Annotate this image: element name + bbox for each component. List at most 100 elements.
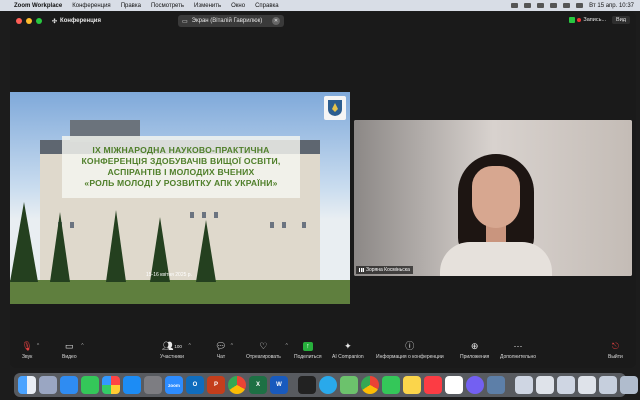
banner-line-2: КОНФЕРЕНЦІЯ ЗДОБУВАЧІВ ВИЩОЇ ОСВІТИ, <box>81 156 281 166</box>
cloud-icon[interactable] <box>524 3 532 8</box>
trash-icon[interactable] <box>620 376 638 394</box>
apps-icon: ⊕ <box>470 341 479 351</box>
signal-icon <box>359 268 364 272</box>
telegram-icon[interactable] <box>319 376 337 394</box>
window-thumbnail[interactable] <box>515 376 533 394</box>
close-icon[interactable]: ✕ <box>272 17 280 25</box>
menu-item-view[interactable]: Посмотреть <box>151 3 184 9</box>
battery-icon[interactable] <box>537 3 545 8</box>
participant-video-tile[interactable]: Зоряна Косміньска <box>354 120 632 276</box>
screen-share-pill[interactable]: ▭ Экран (Віталій Гаврилюк) ✕ <box>178 15 284 27</box>
macos-dock: zoom O P X W <box>14 373 638 397</box>
minimize-window-button[interactable] <box>26 18 32 24</box>
shared-screen-slide: IX МІЖНАРОДНА НАУКОВО-ПРАКТИЧНА КОНФЕРЕН… <box>10 92 350 304</box>
camera-icon: ▭ <box>65 341 74 351</box>
appstore-icon[interactable] <box>123 376 141 394</box>
search-icon[interactable] <box>563 3 571 8</box>
slide-date: 15-16 квітня 2025 р. <box>146 272 192 278</box>
lawn <box>10 280 350 304</box>
conference-banner: IX МІЖНАРОДНА НАУКОВО-ПРАКТИЧНА КОНФЕРЕН… <box>62 136 300 198</box>
participants-icon: 👥︎ 100 <box>161 341 182 351</box>
view-button[interactable]: Вид <box>612 16 630 24</box>
window-thumbnail[interactable] <box>578 376 596 394</box>
control-center-icon[interactable] <box>576 3 584 8</box>
terminal-icon[interactable] <box>298 376 316 394</box>
participant-name: Зоряна Косміньска <box>366 267 410 273</box>
chevron-up-icon[interactable]: ^ <box>81 343 83 349</box>
more-dots-icon: ⋯ <box>513 341 523 351</box>
more-button[interactable]: ⋯ Дополнительно <box>500 341 536 361</box>
participant-body <box>440 242 552 276</box>
calendar-icon[interactable] <box>445 376 463 394</box>
share-screen-button[interactable]: ↑ Поделиться <box>294 342 322 360</box>
banner-line-4: «РОЛЬ МОЛОДІ У РОЗВИТКУ АПК УКРАЇНИ» <box>84 178 278 188</box>
preview-icon[interactable] <box>487 376 505 394</box>
notes-icon[interactable] <box>403 376 421 394</box>
viber-icon[interactable] <box>466 376 484 394</box>
shield-icon <box>569 17 576 23</box>
powerpoint-icon[interactable]: P <box>207 376 225 394</box>
menubar-clock[interactable]: Вт 15 апр. 10:37 <box>589 3 634 9</box>
recording-indicator[interactable]: Запись... <box>569 17 606 23</box>
share-arrow-icon: ↑ <box>302 342 313 351</box>
finder-icon[interactable] <box>18 376 36 394</box>
chevron-up-icon[interactable]: ^ <box>286 343 288 349</box>
chevron-up-icon[interactable]: ^ <box>189 343 191 349</box>
menu-item-window[interactable]: Окно <box>231 3 245 9</box>
close-window-button[interactable] <box>16 18 22 24</box>
window-titlebar: ✣ Конференция ▭ Экран (Віталій Гаврилюк)… <box>10 12 636 30</box>
music-icon[interactable] <box>424 376 442 394</box>
chevron-up-icon[interactable]: ^ <box>231 343 233 349</box>
settings-icon[interactable] <box>144 376 162 394</box>
outlook-icon[interactable]: O <box>186 376 204 394</box>
react-button[interactable]: ♡ Отреагировать ^ <box>246 342 288 361</box>
chat-button[interactable]: 💬︎ Чат ^ <box>215 342 233 361</box>
menu-item-change[interactable]: Изменить <box>194 3 221 9</box>
leave-button[interactable]: ⎋ Выйти <box>608 341 623 361</box>
conference-label: Конференция <box>60 18 101 24</box>
record-dot-icon <box>577 18 582 22</box>
microphone-muted-icon: 🎙︎ <box>21 341 33 351</box>
wifi-icon[interactable] <box>550 3 558 8</box>
conference-title: ✣ Конференция <box>52 18 101 25</box>
safari-icon[interactable] <box>60 376 78 394</box>
apps-button[interactable]: ⊕ Приложения <box>460 341 489 361</box>
share-label: Экран (Віталій Гаврилюк) <box>191 18 263 24</box>
university-emblem-icon <box>324 96 346 120</box>
launchpad-icon[interactable] <box>39 376 57 394</box>
fullscreen-window-button[interactable] <box>36 18 42 24</box>
excel-icon[interactable]: X <box>249 376 267 394</box>
meeting-info-button[interactable]: ⓘ Информация о конференции <box>376 342 444 361</box>
ai-companion-button[interactable]: ✦ AI Companion <box>332 342 364 361</box>
participants-cloud-icon: ✣ <box>52 18 58 25</box>
window-thumbnail[interactable] <box>599 376 617 394</box>
participant-name-tag: Зоряна Косміньска <box>356 266 413 274</box>
chrome-icon[interactable] <box>228 376 246 394</box>
mute-button[interactable]: 🎙︎ Звук ^ <box>21 341 39 361</box>
meeting-toolbar: 🎙︎ Звук ^ ▭ Видео ^ 👥︎ 100 Участники ^ 💬︎… <box>10 342 636 368</box>
word-icon[interactable]: W <box>270 376 288 394</box>
menu-item-conference[interactable]: Конференция <box>72 3 110 9</box>
zoom-window: ✣ Конференция ▭ Экран (Віталій Гаврилюк)… <box>10 12 636 368</box>
screen-icon: ▭ <box>182 18 188 25</box>
zoom-status-icon[interactable] <box>511 3 519 8</box>
window-thumbnail[interactable] <box>557 376 575 394</box>
chevron-up-icon[interactable]: ^ <box>37 343 39 349</box>
participant-face <box>472 166 520 228</box>
window-thumbnail[interactable] <box>536 376 554 394</box>
menu-item-edit[interactable]: Правка <box>121 3 141 9</box>
maps-icon[interactable] <box>340 376 358 394</box>
messages-icon[interactable] <box>382 376 400 394</box>
menu-item-help[interactable]: Справка <box>255 3 279 9</box>
menu-app-name[interactable]: Zoom Workplace <box>14 3 62 9</box>
facetime-icon[interactable] <box>81 376 99 394</box>
video-button[interactable]: ▭ Видео ^ <box>62 341 84 361</box>
zoom-icon[interactable]: zoom <box>165 376 183 394</box>
chrome-icon[interactable] <box>361 376 379 394</box>
record-label: Запись... <box>583 17 607 23</box>
photos-icon[interactable] <box>102 376 120 394</box>
banner-line-3: АСПІРАНТІВ І МОЛОДИХ ВЧЕНИХ <box>107 167 255 177</box>
banner-line-1: IX МІЖНАРОДНА НАУКОВО-ПРАКТИЧНА <box>92 145 270 155</box>
leave-icon: ⎋ <box>611 341 619 351</box>
participants-button[interactable]: 👥︎ 100 Участники ^ <box>160 341 191 361</box>
